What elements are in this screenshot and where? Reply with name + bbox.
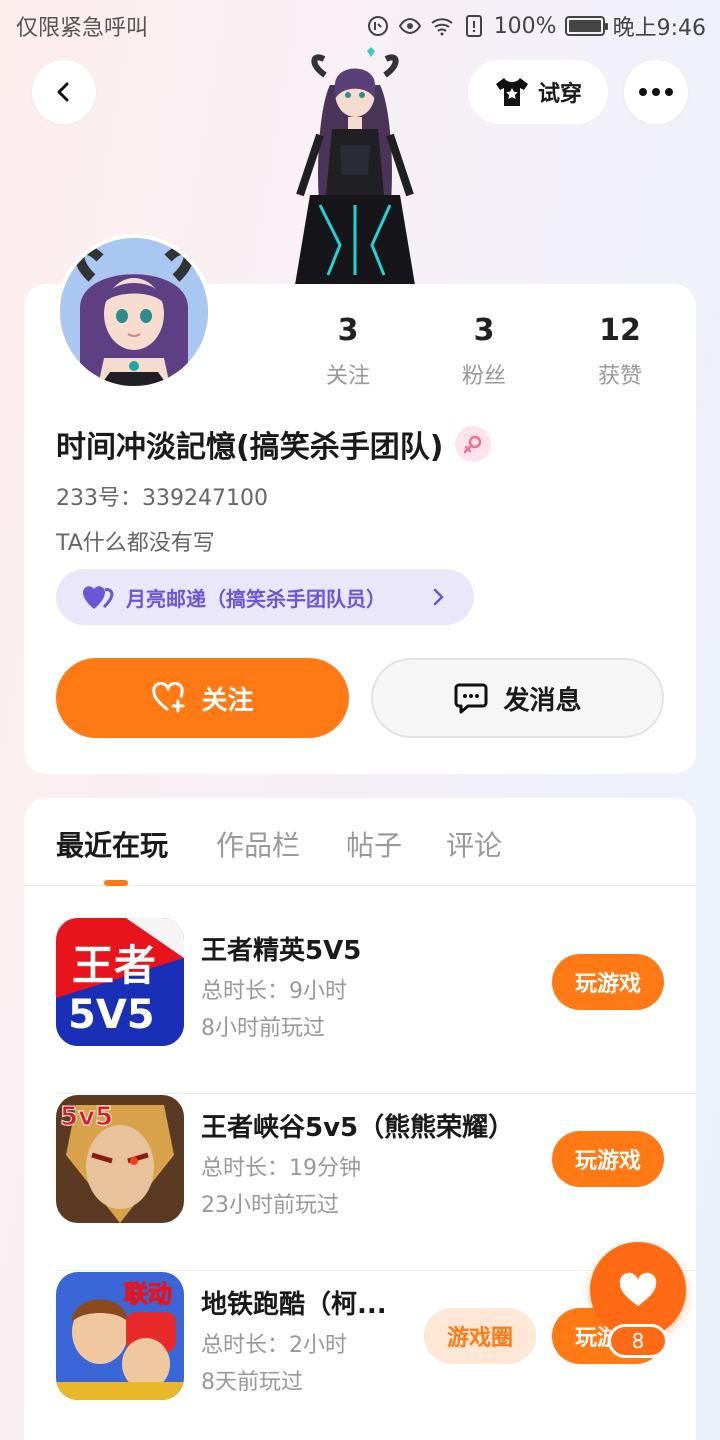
battery-icon	[564, 16, 608, 36]
try-on-label: 试穿	[537, 82, 582, 107]
following-count: 3	[337, 313, 359, 348]
female-icon	[464, 435, 482, 454]
tshirt-icon	[495, 78, 528, 106]
stat-following[interactable]: 3 关注	[288, 313, 408, 390]
followers-count: 3	[473, 313, 495, 348]
status-icons: 100% 晚上9:46	[366, 10, 706, 42]
game-last-played: 8天前玩过	[201, 1370, 303, 1395]
clock: 晚上9:46	[612, 16, 706, 41]
heart-icon	[619, 1272, 657, 1306]
more-dots-icon	[639, 88, 673, 96]
tab-comments[interactable]: 评论	[446, 824, 502, 864]
game-name: 王者精英5V5	[201, 936, 362, 966]
play-game-button[interactable]: 玩游戏	[552, 1131, 664, 1187]
back-button[interactable]	[32, 60, 96, 124]
like-count-badge: 8	[608, 1324, 668, 1358]
game-circle-button[interactable]: 游戏圈	[424, 1308, 536, 1364]
tab-posts[interactable]: 帖子	[346, 824, 402, 864]
game-row[interactable]: 5v5 王者峡谷5v5（熊熊荣耀） 总时长：19分钟 23小时前玩过 玩游戏	[56, 1095, 696, 1271]
game-last-played: 8小时前玩过	[201, 1016, 325, 1041]
game-last-played: 23小时前玩过	[201, 1193, 339, 1218]
team-badge[interactable]: 月亮邮递（搞笑杀手团队员）	[56, 569, 474, 625]
games-card: 最近在玩 作品栏 帖子 评论 王者 5V5 王者精英5V5 总时长：9小时 8小…	[24, 798, 696, 1440]
nfc-icon	[367, 16, 388, 36]
chevron-left-icon	[57, 82, 69, 102]
tab-indicator	[104, 880, 128, 886]
chevron-right-icon	[433, 588, 444, 606]
follow-label: 关注	[201, 685, 254, 716]
nickname-row: 时间冲淡記憶(搞笑杀手团队)	[56, 422, 492, 466]
followers-label: 粉丝	[461, 364, 506, 389]
nickname: 时间冲淡記憶(搞笑杀手团队)	[56, 430, 444, 465]
svg-text:5V5: 5V5	[68, 992, 155, 1038]
game-icon: 王者 5V5	[56, 918, 184, 1046]
game-icon: 联动	[56, 1272, 184, 1400]
game-name: 地铁跑酷（柯...	[201, 1290, 387, 1320]
heart-badge-icon	[83, 586, 114, 609]
avatar[interactable]	[56, 234, 212, 390]
tab-recently-played[interactable]: 最近在玩	[56, 824, 168, 864]
bio-text: TA什么都没有写	[56, 531, 215, 556]
stat-followers[interactable]: 3 粉丝	[424, 313, 544, 390]
message-button[interactable]: 发消息	[371, 658, 664, 738]
battery-percent: 100%	[493, 13, 557, 39]
svg-text:联动: 联动	[124, 1280, 172, 1308]
game-duration: 总时长：19分钟	[201, 1156, 361, 1181]
play-game-button[interactable]: 玩游戏	[552, 954, 664, 1010]
wifi-icon	[431, 18, 453, 36]
game-icon: 5v5	[56, 1095, 184, 1223]
avatar-image	[60, 238, 208, 386]
more-button[interactable]	[624, 60, 688, 124]
game-duration: 总时长：9小时	[201, 979, 347, 1004]
tab-bar: 最近在玩 作品栏 帖子 评论	[24, 798, 696, 886]
likes-label: 获赞	[597, 364, 642, 389]
sim-alert-icon	[465, 15, 482, 37]
following-label: 关注	[325, 364, 370, 389]
follow-button[interactable]: 关注	[56, 658, 349, 738]
heart-plus-icon	[152, 682, 185, 713]
svg-text:王者: 王者	[72, 941, 156, 990]
stat-likes[interactable]: 12 获赞	[560, 313, 680, 390]
try-on-button[interactable]: 试穿	[468, 60, 608, 124]
game-duration: 总时长：2小时	[201, 1333, 347, 1358]
message-label: 发消息	[503, 685, 582, 716]
user-id: 233号：339247100	[56, 486, 268, 511]
game-name: 王者峡谷5v5（熊熊荣耀）	[201, 1113, 515, 1143]
likes-count: 12	[599, 313, 641, 348]
svg-text:5v5: 5v5	[60, 1102, 113, 1132]
carrier-text: 仅限紧急呼叫	[16, 16, 149, 41]
chat-bubble-icon	[454, 683, 488, 714]
status-bar: 仅限紧急呼叫 100% 晚上9:46	[0, 0, 720, 50]
eye-icon	[398, 17, 421, 35]
game-row[interactable]: 王者 5V5 王者精英5V5 总时长：9小时 8小时前玩过 玩游戏	[56, 918, 696, 1094]
gender-badge	[455, 426, 492, 462]
team-badge-label: 月亮邮递（搞笑杀手团队员）	[126, 586, 386, 611]
tab-works[interactable]: 作品栏	[216, 824, 300, 864]
avatar-figure-image	[295, 47, 415, 285]
